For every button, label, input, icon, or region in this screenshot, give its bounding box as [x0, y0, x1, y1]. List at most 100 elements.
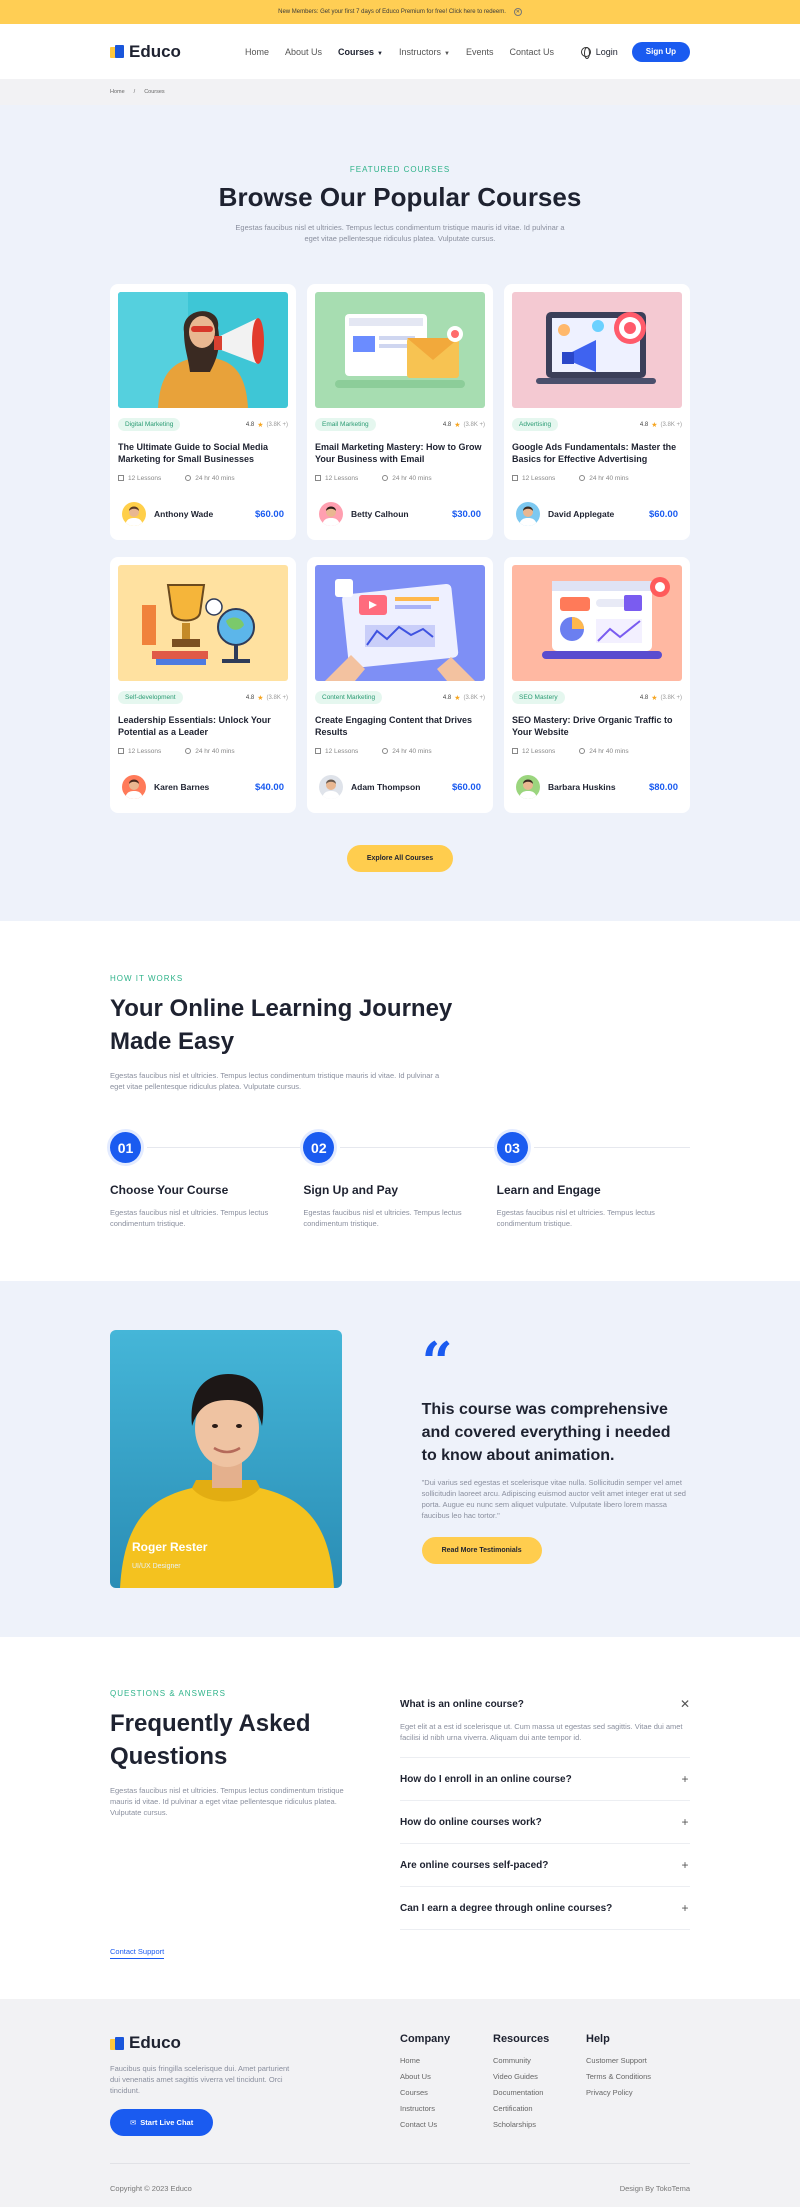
nav-item-instructors[interactable]: Instructors ▼	[399, 47, 450, 57]
step-item: 03 Learn and Engage Egestas faucibus nis…	[496, 1132, 690, 1229]
quote-icon: “	[421, 1330, 453, 1394]
contact-support-link[interactable]: Contact Support	[110, 1947, 165, 1959]
course-rating: 4.8 ★ (3.8K +)	[640, 421, 682, 429]
star-icon: ★	[454, 421, 461, 429]
book-icon	[512, 748, 518, 754]
footer-link[interactable]: Home	[400, 2056, 493, 2065]
rating-count: (3.8K +)	[660, 421, 682, 428]
footer-column-title: Resources	[493, 2033, 550, 2045]
footer-link[interactable]: Customer Support	[586, 2056, 679, 2065]
footer-link[interactable]: Privacy Policy	[586, 2088, 679, 2097]
site-footer: Educo Faucibus quis fringilla scelerisqu…	[0, 1999, 800, 2207]
course-title[interactable]: Email Marketing Mastery: How to Grow You…	[315, 441, 485, 465]
instructor-name[interactable]: Barbara Huskins	[548, 782, 616, 792]
faq-item[interactable]: How do I enroll in an online course? +	[400, 1758, 690, 1801]
footer-link[interactable]: Documentation	[493, 2088, 586, 2097]
nav-item-courses[interactable]: Courses ▼	[338, 47, 383, 57]
instructor-avatar	[122, 775, 146, 799]
logo[interactable]: Educo	[110, 42, 181, 62]
read-more-testimonials-button[interactable]: Read More Testimonials	[421, 1537, 542, 1564]
course-thumbnail[interactable]	[118, 565, 288, 681]
course-card[interactable]: Content Marketing 4.8 ★ (3.8K +) Create …	[307, 557, 493, 813]
course-card[interactable]: Self-development 4.8 ★ (3.8K +) Leadersh…	[110, 557, 296, 813]
course-thumbnail[interactable]	[315, 292, 485, 408]
instructor-name[interactable]: Anthony Wade	[154, 509, 213, 519]
course-card[interactable]: SEO Mastery 4.8 ★ (3.8K +) SEO Mastery: …	[504, 557, 690, 813]
breadcrumb-home[interactable]: Home	[110, 89, 125, 95]
faq-item[interactable]: Are online courses self-paced? +	[400, 1844, 690, 1887]
step-text: Egestas faucibus nisl et ultricies. Temp…	[303, 1208, 462, 1228]
course-title[interactable]: The Ultimate Guide to Social Media Marke…	[118, 441, 288, 465]
section-eyebrow: QUESTIONS & ANSWERS	[110, 1689, 226, 1698]
course-price: $60.00	[451, 781, 481, 793]
footer-link[interactable]: Certification	[493, 2104, 586, 2113]
course-lessons: 12 Lessons	[512, 475, 555, 482]
course-title[interactable]: Google Ads Fundamentals: Master the Basi…	[512, 441, 682, 465]
faq-question[interactable]: How do online courses work?	[400, 1817, 542, 1828]
site-header: Educo Home About Us Courses ▼ Instructors ▼ Ev…	[0, 24, 800, 79]
plus-icon[interactable]: +	[680, 1901, 690, 1915]
course-category-badge: Digital Marketing	[118, 418, 181, 431]
footer-link[interactable]: About Us	[400, 2072, 493, 2081]
faq-question[interactable]: Are online courses self-paced?	[400, 1860, 548, 1871]
instructor-avatar	[122, 502, 146, 526]
nav-item-home[interactable]: Home	[245, 47, 269, 57]
course-thumbnail[interactable]	[512, 565, 682, 681]
signup-button[interactable]: Sign Up	[631, 41, 690, 62]
step-text: Egestas faucibus nisl et ultricies. Temp…	[110, 1208, 269, 1228]
course-thumbnail[interactable]	[118, 292, 288, 408]
login-link[interactable]: Login	[580, 46, 618, 59]
section-title: Browse Our Popular Courses	[218, 182, 582, 212]
close-icon[interactable]: ✕	[513, 8, 522, 16]
footer-link[interactable]: Courses	[400, 2088, 493, 2097]
faq-item[interactable]: Can I earn a degree through online cours…	[400, 1887, 690, 1930]
design-credit[interactable]: Design By TokoTema	[620, 2184, 690, 2193]
course-title[interactable]: SEO Mastery: Drive Organic Traffic to Yo…	[512, 714, 682, 738]
footer-link[interactable]: Terms & Conditions	[586, 2072, 679, 2081]
faq-question[interactable]: How do I enroll in an online course?	[400, 1774, 572, 1785]
faq-item[interactable]: What is an online course? ✕ Eget elit at…	[400, 1689, 690, 1758]
close-icon[interactable]: ✕	[680, 1697, 690, 1711]
course-title[interactable]: Leadership Essentials: Unlock Your Poten…	[118, 714, 288, 738]
footer-logo[interactable]: Educo	[110, 2033, 400, 2053]
faq-question[interactable]: Can I earn a degree through online cours…	[400, 1903, 612, 1914]
course-category-badge: SEO Mastery	[512, 691, 565, 704]
course-card[interactable]: Digital Marketing 4.8 ★ (3.8K +) The Ult…	[110, 284, 296, 540]
faq-question[interactable]: What is an online course?	[400, 1699, 524, 1710]
course-thumbnail[interactable]	[315, 565, 485, 681]
rating-count: (3.8K +)	[463, 421, 485, 428]
breadcrumb: Home / Courses	[0, 79, 800, 105]
plus-icon[interactable]: +	[680, 1772, 690, 1786]
plus-icon[interactable]: +	[680, 1858, 690, 1872]
nav-item-about-us[interactable]: About Us	[285, 47, 322, 57]
course-title[interactable]: Create Engaging Content that Drives Resu…	[315, 714, 485, 738]
instructor-name[interactable]: David Applegate	[548, 509, 614, 519]
course-price: $80.00	[648, 781, 678, 793]
course-duration: 24 hr 40 mins	[185, 748, 235, 755]
rating-value: 4.8	[442, 421, 452, 428]
instructor-name[interactable]: Karen Barnes	[154, 782, 209, 792]
footer-link[interactable]: Video Guides	[493, 2072, 586, 2081]
explore-all-courses-button[interactable]: Explore All Courses	[346, 845, 454, 872]
plus-icon[interactable]: +	[680, 1815, 690, 1829]
course-card[interactable]: Advertising 4.8 ★ (3.8K +) Google Ads Fu…	[504, 284, 690, 540]
nav-item-contact-us[interactable]: Contact Us	[509, 47, 554, 57]
course-category-badge: Content Marketing	[315, 691, 383, 704]
instructor-name[interactable]: Adam Thompson	[351, 782, 420, 792]
nav-item-events[interactable]: Events	[466, 47, 494, 57]
footer-description: Faucibus quis fringilla scelerisque dui.…	[110, 2064, 290, 2095]
course-category-badge: Advertising	[512, 418, 559, 431]
footer-link[interactable]: Scholarships	[493, 2120, 586, 2129]
main-nav: Home About Us Courses ▼ Instructors ▼ Events Co…	[245, 47, 554, 57]
footer-link[interactable]: Community	[493, 2056, 586, 2065]
footer-link[interactable]: Contact Us	[400, 2120, 493, 2129]
promo-banner[interactable]: New Members: Get your first 7 days of Ed…	[0, 0, 800, 24]
instructor-name[interactable]: Betty Calhoun	[351, 509, 409, 519]
footer-link[interactable]: Instructors	[400, 2104, 493, 2113]
logo-book-icon	[110, 45, 124, 58]
live-chat-button[interactable]: ✉ Start Live Chat	[110, 2109, 214, 2136]
course-card[interactable]: Email Marketing 4.8 ★ (3.8K +) Email Mar…	[307, 284, 493, 540]
faq-item[interactable]: How do online courses work? +	[400, 1801, 690, 1844]
course-thumbnail[interactable]	[512, 292, 682, 408]
promo-banner-text[interactable]: New Members: Get your first 7 days of Ed…	[278, 9, 506, 15]
